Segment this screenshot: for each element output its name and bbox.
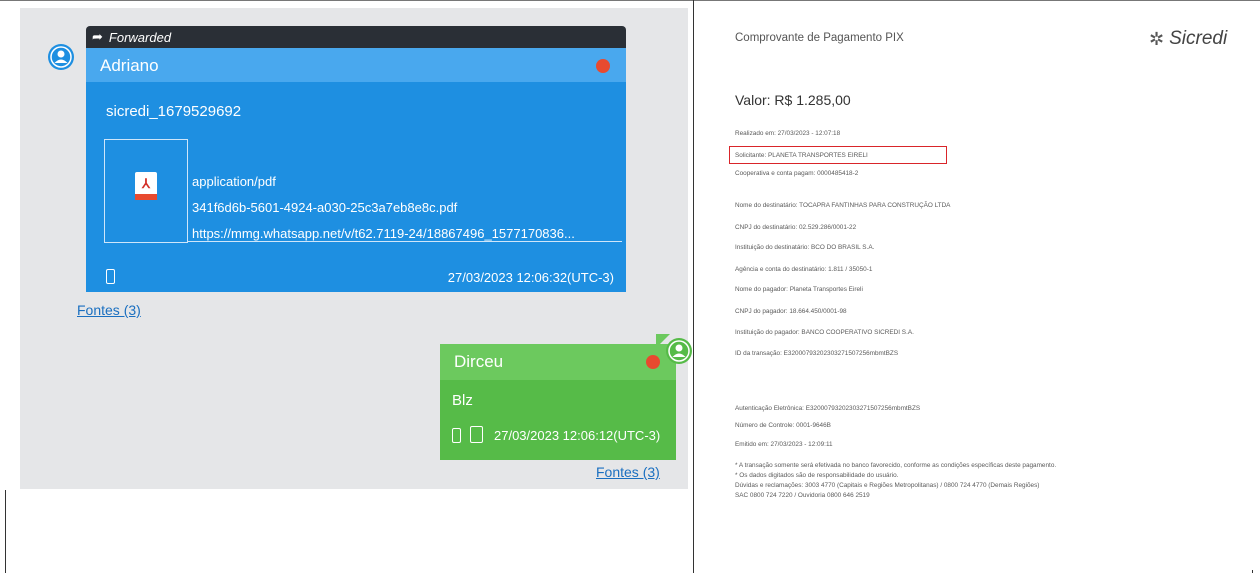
frame-top-line bbox=[0, 0, 1260, 1]
outgoing-timestamp: 27/03/2023 12:06:12(UTC-3) bbox=[494, 428, 661, 443]
attachment-divider bbox=[188, 241, 622, 242]
receipt-footnote: * Os dados digitados são de responsabili… bbox=[735, 472, 899, 479]
attachment-filename[interactable]: 341f6d6b-5601-4924-a030-25c3a7eb8e8c.pdf bbox=[192, 200, 457, 215]
frame-divider-line bbox=[693, 0, 694, 573]
attachment-url[interactable]: https://mmg.whatsapp.net/v/t62.7119-24/1… bbox=[192, 226, 575, 241]
receipt-line: Agência e conta do destinatário: 1.811 /… bbox=[735, 266, 873, 273]
outgoing-status-dot-icon bbox=[646, 355, 660, 369]
forwarded-label: Forwarded bbox=[108, 29, 172, 45]
chat-panel: ➦ Forwarded Adriano sicredi_1679529692 ⅄… bbox=[20, 8, 692, 489]
outgoing-message-text: Blz bbox=[452, 392, 473, 409]
receipt-footnote: SAC 0800 724 7220 / Ouvidoria 0800 646 2… bbox=[735, 492, 870, 499]
outgoing-message-bubble[interactable]: Dirceu Blz 27/03/2023 12:06:12(UTC-3) bbox=[440, 344, 676, 460]
incoming-timestamp: 27/03/2023 12:06:32(UTC-3) bbox=[447, 270, 614, 285]
outgoing-avatar-icon bbox=[666, 338, 692, 364]
incoming-message-bubble[interactable]: Adriano sicredi_1679529692 ⅄ application… bbox=[86, 48, 626, 292]
receipt-line: CNPJ do destinatário: 02.529.286/0001-22 bbox=[735, 224, 857, 231]
forwarded-banner: ➦ Forwarded bbox=[86, 26, 626, 48]
receipt-line: Instituição do destinatário: BCO DO BRAS… bbox=[735, 244, 875, 251]
receipt-line: Emitido em: 27/03/2023 - 12:09:11 bbox=[735, 441, 833, 448]
incoming-status-dot-icon bbox=[596, 59, 610, 73]
pdf-file-icon: ⅄ bbox=[135, 172, 157, 200]
incoming-message-header: Adriano bbox=[86, 48, 626, 82]
sicredi-logo: ✲ Sicredi bbox=[1149, 28, 1227, 50]
incoming-sources-link[interactable]: Fontes (3) bbox=[77, 302, 141, 318]
receipt-line: Realizado em: 27/03/2023 - 12:07:18 bbox=[735, 130, 841, 137]
receipt-title: Comprovante de Pagamento PIX bbox=[735, 32, 904, 44]
mobile-device-icon bbox=[106, 269, 115, 284]
receipt-line: CNPJ do pagador: 18.664.450/0001-98 bbox=[735, 308, 847, 315]
attachment-thumbnail[interactable]: ⅄ bbox=[104, 139, 188, 243]
attachment-mime: application/pdf bbox=[192, 174, 276, 189]
receipt-line: Nome do pagador: Planeta Transportes Eir… bbox=[735, 286, 863, 293]
receipt-footnote: Dúvidas e reclamações: 3003 4770 (Capita… bbox=[735, 482, 1040, 489]
receipt-line: Cooperativa e conta pagam: 0000485418-2 bbox=[735, 170, 859, 177]
pix-receipt: Comprovante de Pagamento PIX ✲ Sicredi V… bbox=[697, 10, 1253, 570]
receipt-amount: Valor: R$ 1.285,00 bbox=[735, 92, 851, 108]
incoming-avatar-icon bbox=[48, 44, 74, 70]
receipt-line: Instituição do pagador: BANCO COOPERATIV… bbox=[735, 329, 914, 336]
receipt-line: Número de Controle: 0001-9646B bbox=[735, 422, 831, 429]
receipt-line: Nome do destinatário: TOCAPRA FANTINHAS … bbox=[735, 202, 951, 209]
receipt-line: ID da transação: E3200079320230327150725… bbox=[735, 350, 899, 357]
receipt-footnote: * A transação somente será efetivada no … bbox=[735, 462, 1057, 469]
mobile-device-icon-outgoing bbox=[452, 428, 461, 443]
incoming-sender-name: Adriano bbox=[100, 56, 159, 75]
sicredi-logo-icon: ✲ bbox=[1149, 28, 1165, 49]
outgoing-message-header: Dirceu bbox=[440, 344, 676, 380]
forward-arrow-icon: ➦ bbox=[92, 29, 103, 44]
receipt-line: Autenticação Eletrônica: E32000793202303… bbox=[735, 405, 921, 412]
outgoing-sender-name: Dirceu bbox=[454, 352, 504, 371]
incoming-message-text: sicredi_1679529692 bbox=[106, 103, 242, 120]
frame-left-line bbox=[5, 490, 6, 573]
receipt-line-solicitante: Solicitante: PLANETA TRANSPORTES EIRELI bbox=[735, 152, 868, 159]
tablet-device-icon bbox=[470, 426, 483, 443]
sicredi-brand-text: Sicredi bbox=[1169, 28, 1228, 49]
outgoing-sources-link[interactable]: Fontes (3) bbox=[596, 464, 660, 480]
